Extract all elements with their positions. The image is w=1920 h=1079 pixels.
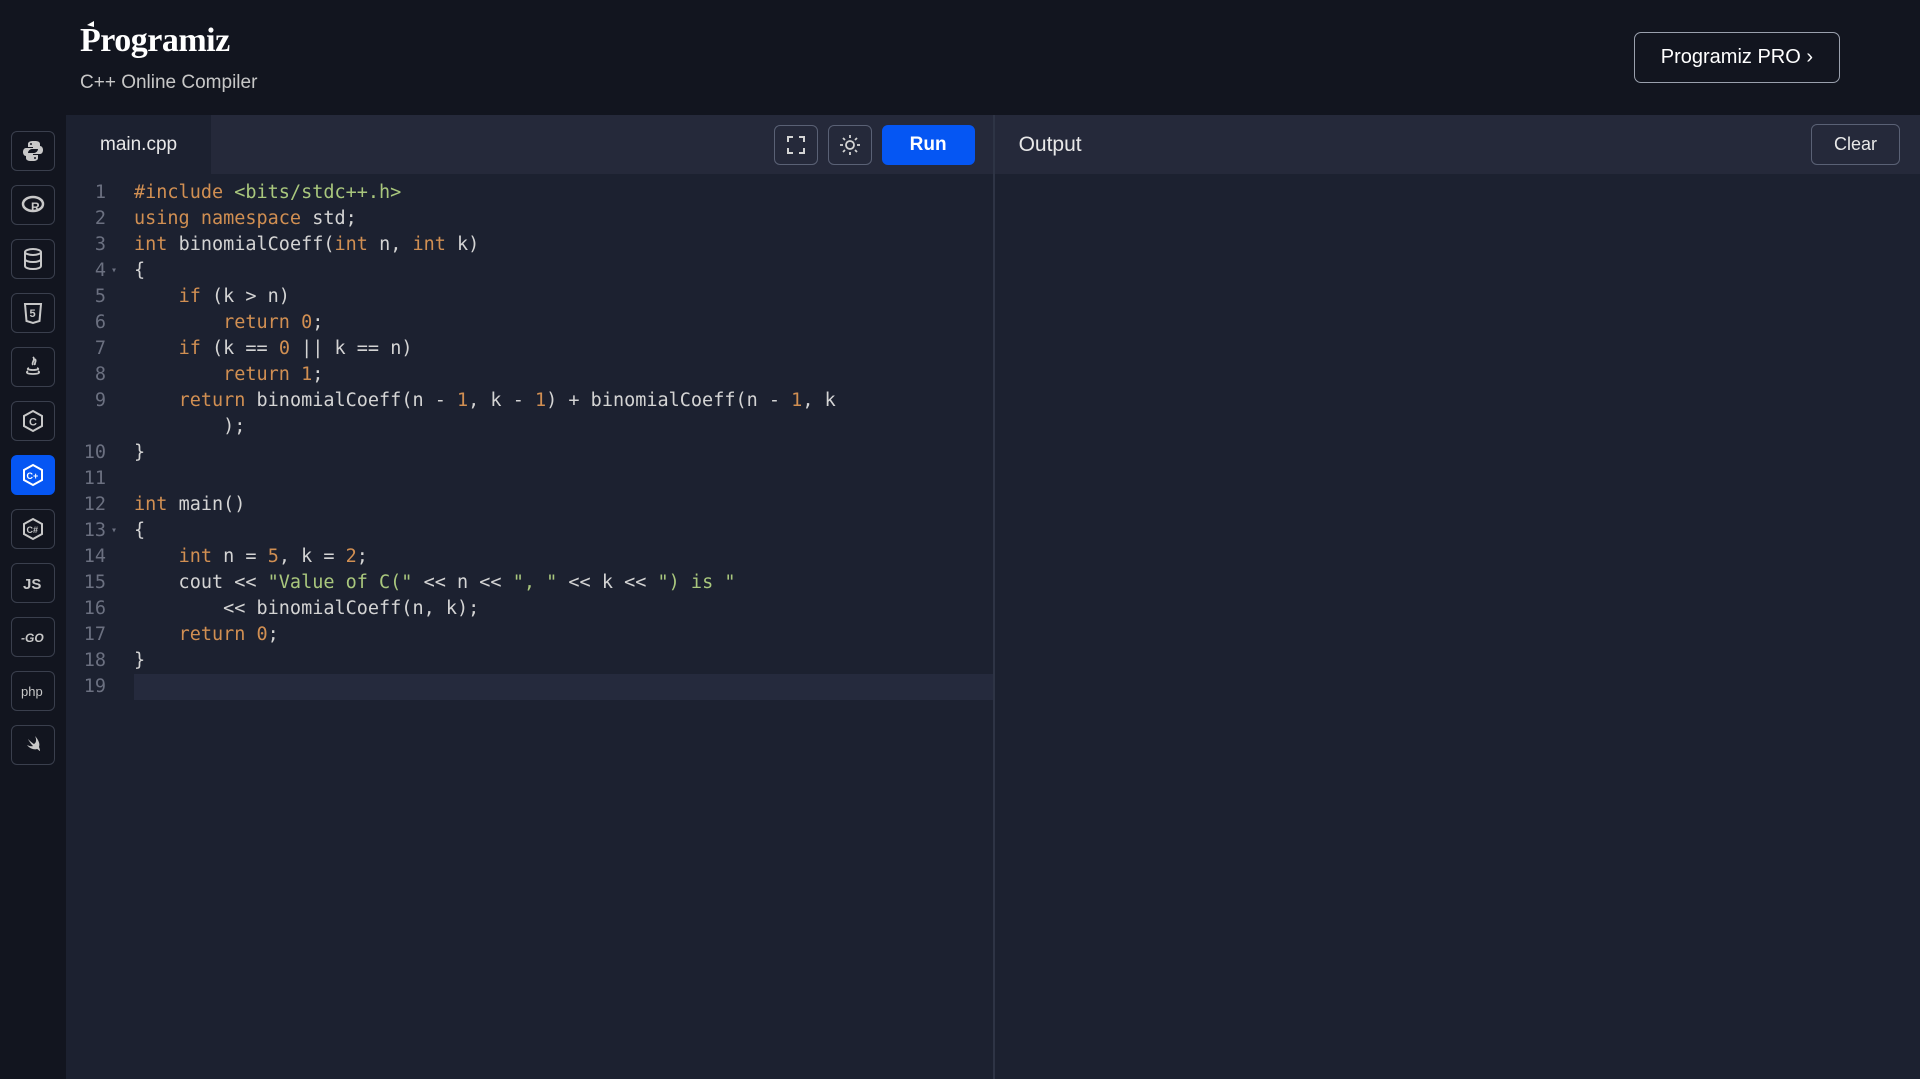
code-line[interactable]: #include <bits/stdc++.h> (134, 180, 993, 206)
line-number: 17 (66, 622, 106, 648)
code-line[interactable]: cout << "Value of C(" << n << ", " << k … (134, 570, 993, 596)
svg-text:C: C (29, 417, 37, 429)
line-number: 4 (66, 258, 106, 284)
theme-toggle-button[interactable] (828, 125, 872, 165)
code-line[interactable]: ); (134, 414, 993, 440)
line-number: 12 (66, 492, 106, 518)
editor-header: main.cpp Run (66, 115, 993, 174)
line-number: 1 (66, 180, 106, 206)
pro-button[interactable]: Programiz PRO › (1634, 32, 1840, 83)
code-line[interactable] (134, 674, 993, 700)
lang-c-button[interactable]: C (11, 401, 55, 441)
main: R 5 C C+ C# JS -GO php main.cpp (0, 115, 1920, 1079)
svg-text:C#: C# (27, 525, 39, 535)
code-line[interactable]: if (k == 0 || k == n) (134, 336, 993, 362)
clear-button[interactable]: Clear (1811, 124, 1900, 165)
code-area[interactable]: 12345678910111213141516171819 #include <… (66, 174, 993, 1079)
lang-java-button[interactable] (11, 347, 55, 387)
lang-swift-button[interactable] (11, 725, 55, 765)
line-number: 3 (66, 232, 106, 258)
svg-text:Programiz: Programiz (80, 22, 230, 59)
svg-text:php: php (21, 684, 43, 699)
brand-block: Programiz C++ Online Compiler (80, 21, 280, 94)
logo-icon: Programiz (80, 21, 280, 59)
lang-html-button[interactable]: 5 (11, 293, 55, 333)
lang-go-button[interactable]: -GO (11, 617, 55, 657)
code-line[interactable]: return 0; (134, 622, 993, 648)
line-number: 11 (66, 466, 106, 492)
line-gutter: 12345678910111213141516171819 (66, 180, 118, 1079)
language-sidebar: R 5 C C+ C# JS -GO php (0, 115, 66, 1079)
editor-pane: main.cpp Run (66, 115, 995, 1079)
code-line[interactable]: int main() (134, 492, 993, 518)
code-line[interactable]: return 1; (134, 362, 993, 388)
output-content (995, 174, 1920, 1079)
fullscreen-button[interactable] (774, 125, 818, 165)
code-line[interactable]: { (134, 518, 993, 544)
line-number: 15 (66, 570, 106, 596)
output-header: Output Clear (995, 115, 1920, 174)
sun-icon (839, 134, 861, 156)
line-number: 7 (66, 336, 106, 362)
line-number: 18 (66, 648, 106, 674)
line-number: 16 (66, 596, 106, 622)
lang-r-button[interactable]: R (11, 185, 55, 225)
code-line[interactable]: int n = 5, k = 2; (134, 544, 993, 570)
lang-sql-button[interactable] (11, 239, 55, 279)
run-button[interactable]: Run (882, 125, 975, 165)
output-pane: Output Clear (995, 115, 1920, 1079)
line-number: 2 (66, 206, 106, 232)
code-line[interactable]: { (134, 258, 993, 284)
code-line[interactable]: } (134, 648, 993, 674)
subtitle: C++ Online Compiler (80, 72, 280, 94)
logo[interactable]: Programiz (80, 21, 280, 68)
line-number: 10 (66, 440, 106, 466)
lang-cpp-button[interactable]: C+ (11, 455, 55, 495)
line-number: 19 (66, 674, 106, 700)
lang-js-button[interactable]: JS (11, 563, 55, 603)
svg-text:C+: C+ (27, 471, 39, 481)
svg-text:-GO: -GO (21, 631, 44, 645)
output-title: Output (1019, 133, 1082, 157)
svg-text:R: R (31, 200, 40, 214)
code-content[interactable]: #include <bits/stdc++.h>using namespace … (118, 180, 993, 1079)
line-number (66, 414, 106, 440)
line-number: 5 (66, 284, 106, 310)
code-line[interactable]: } (134, 440, 993, 466)
svg-text:JS: JS (23, 576, 41, 593)
code-line[interactable]: return 0; (134, 310, 993, 336)
line-number: 6 (66, 310, 106, 336)
file-tab[interactable]: main.cpp (66, 115, 211, 174)
lang-csharp-button[interactable]: C# (11, 509, 55, 549)
svg-text:5: 5 (30, 308, 36, 320)
line-number: 8 (66, 362, 106, 388)
fullscreen-icon (786, 135, 806, 155)
code-line[interactable]: if (k > n) (134, 284, 993, 310)
header: Programiz C++ Online Compiler Programiz … (0, 0, 1920, 115)
line-number: 9 (66, 388, 106, 414)
lang-python-button[interactable] (11, 131, 55, 171)
code-line[interactable]: using namespace std; (134, 206, 993, 232)
line-number: 13 (66, 518, 106, 544)
line-number: 14 (66, 544, 106, 570)
code-line[interactable]: << binomialCoeff(n, k); (134, 596, 993, 622)
code-line[interactable]: return binomialCoeff(n - 1, k - 1) + bin… (134, 388, 993, 414)
code-line[interactable]: int binomialCoeff(int n, int k) (134, 232, 993, 258)
lang-php-button[interactable]: php (11, 671, 55, 711)
code-line[interactable] (134, 466, 993, 492)
